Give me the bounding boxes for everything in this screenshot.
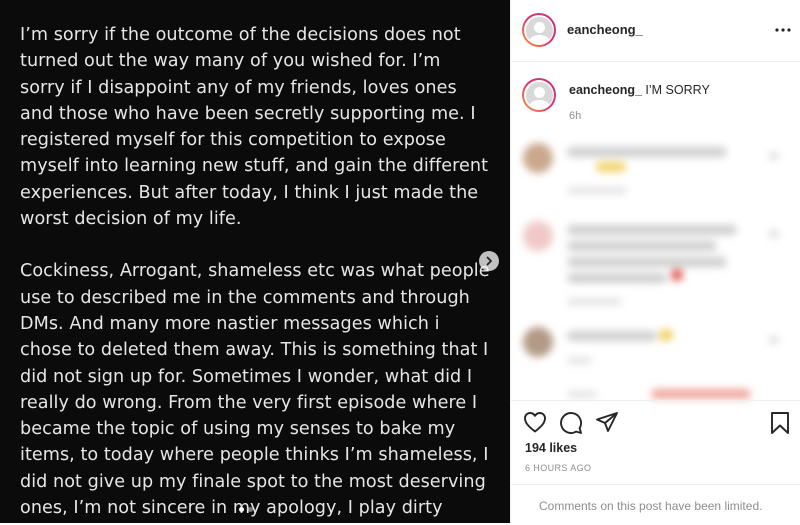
carousel-dot [248, 507, 253, 512]
comment-line [567, 241, 717, 251]
post-image: I’m sorry if the outcome of the decision… [0, 0, 510, 523]
more-options-button[interactable] [775, 20, 791, 38]
comment-icon [560, 412, 582, 434]
comment-like [769, 335, 779, 345]
post-paragraph-1: I’m sorry if the outcome of the decision… [20, 25, 489, 230]
header-avatar[interactable] [522, 13, 556, 47]
chevron-right-icon [486, 256, 492, 266]
post-actions: 194 likes 6 HOURS AGO Comments on this p… [511, 400, 800, 524]
share-button[interactable] [595, 411, 619, 438]
comment-meta [567, 357, 592, 364]
comment-emoji [671, 269, 683, 281]
comment-avatar [523, 327, 553, 357]
comment-like [769, 229, 779, 239]
comment-line [567, 331, 657, 341]
carousel-dot [239, 507, 244, 512]
share-icon [596, 412, 618, 432]
comment-line [567, 225, 737, 235]
like-count[interactable]: 194 likes [525, 441, 577, 455]
caption-text: I’M SORRY [645, 83, 710, 97]
comment-line [651, 389, 751, 399]
comment-meta [567, 298, 622, 305]
avatar [525, 16, 553, 44]
comment-button[interactable] [559, 411, 583, 440]
next-image-button[interactable] [479, 251, 499, 271]
bookmark-icon [771, 412, 789, 434]
comments-limited-notice: Comments on this post have been limited. [539, 499, 763, 513]
more-horizontal-icon [775, 28, 791, 32]
caption: eancheong_ I’M SORRY [569, 83, 710, 97]
blurred-comments [511, 135, 800, 400]
comment-meta [567, 391, 597, 398]
comment-emoji [596, 162, 626, 172]
comment-line [567, 147, 727, 157]
caption-time: 6h [569, 110, 582, 122]
post-paragraph-2: Cockiness, Arrogant, shameless etc was w… [20, 261, 490, 519]
comment-meta [567, 187, 627, 194]
post-header: eancheong_ [511, 0, 800, 62]
caption-username[interactable]: eancheong_ [569, 83, 642, 97]
caption-avatar[interactable] [522, 78, 556, 112]
comment-avatar [523, 221, 553, 251]
comment-like [769, 151, 779, 161]
comment-line [567, 257, 727, 267]
post-text: I’m sorry if the outcome of the decision… [20, 22, 490, 523]
comment-line [567, 273, 667, 283]
save-button[interactable] [769, 411, 791, 440]
post-timestamp: 6 HOURS AGO [525, 463, 592, 473]
header-username[interactable]: eancheong_ [567, 22, 643, 37]
avatar [525, 81, 553, 109]
like-button[interactable] [523, 411, 547, 438]
comment-avatar [523, 143, 553, 173]
comment-box: Comments on this post have been limited. [511, 484, 800, 525]
comment-emoji [659, 329, 673, 341]
post-side-panel: eancheong_ eancheong_ I’M SORRY 6h 194 l… [510, 0, 800, 523]
heart-icon [524, 412, 546, 433]
carousel-dots [239, 507, 253, 512]
